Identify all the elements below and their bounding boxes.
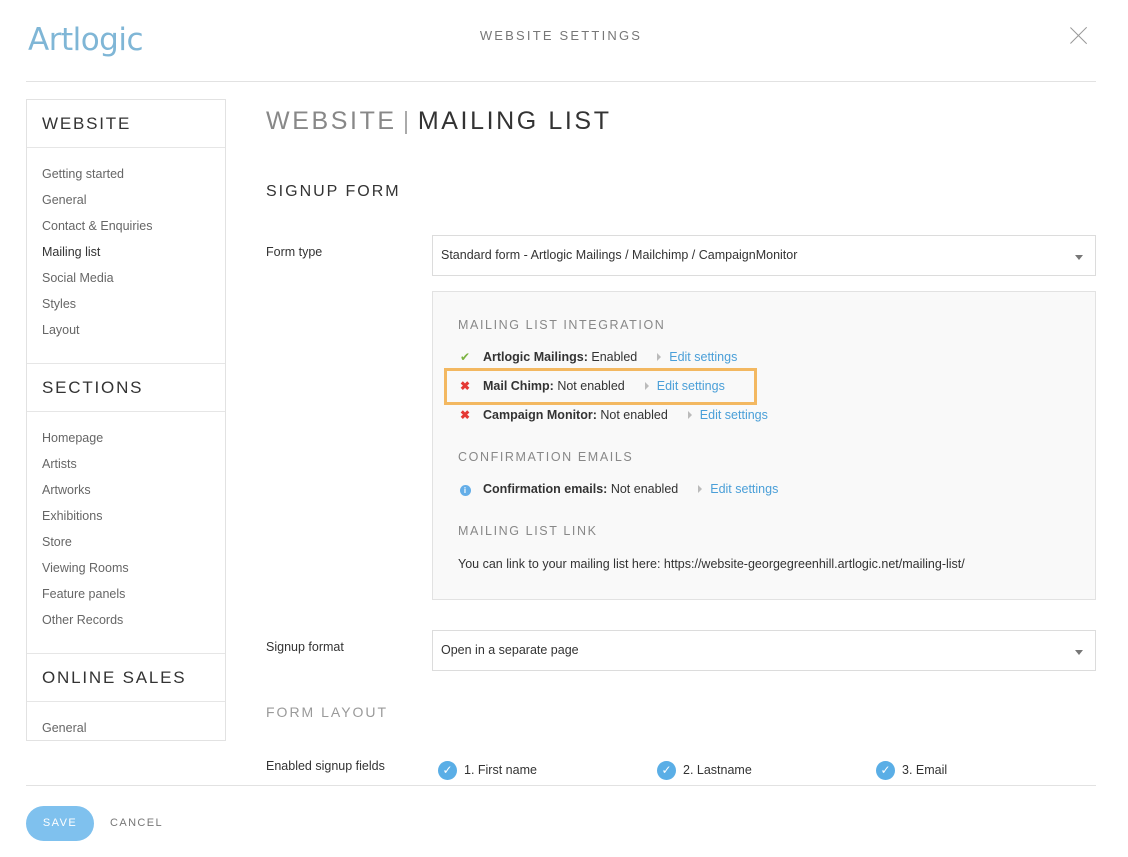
sidebar-item-mailing-list[interactable]: Mailing list [27, 239, 225, 265]
sidebar-item-general[interactable]: General [27, 187, 225, 213]
edit-settings-link-confirmation[interactable]: Edit settings [710, 482, 778, 496]
sidebar-list-online-sales: General [27, 702, 225, 740]
signup-field-label: 3. Email [902, 763, 948, 777]
form-type-value: Standard form - Artlogic Mailings / Mail… [441, 248, 798, 262]
signup-fields-row: ✓ 1. First name ✓ 2. Lastname ✓ 3. Email [438, 760, 1096, 781]
edit-settings-link-mailchimp[interactable]: Edit settings [657, 379, 725, 393]
signup-format-label: Signup format [266, 640, 344, 654]
chevron-down-icon [1075, 255, 1083, 260]
sidebar-item-viewing-rooms[interactable]: Viewing Rooms [27, 555, 225, 581]
sidebar-item-artworks[interactable]: Artworks [27, 477, 225, 503]
sidebar: WEBSITE Getting started General Contact … [26, 99, 226, 741]
edit-settings-link-artlogic[interactable]: Edit settings [669, 350, 737, 364]
signup-field-label: 1. First name [464, 763, 537, 777]
check-icon: ✔ [459, 350, 471, 364]
sidebar-item-artists[interactable]: Artists [27, 451, 225, 477]
integration-status: Not enabled [557, 379, 625, 393]
header: Artlogic WEBSITE SETTINGS [0, 0, 1128, 82]
signup-field-label: 2. Lastname [683, 763, 752, 777]
sidebar-list-sections: Homepage Artists Artworks Exhibitions St… [27, 412, 225, 654]
form-type-select[interactable]: Standard form - Artlogic Mailings / Mail… [432, 235, 1096, 276]
save-button[interactable]: SAVE [26, 806, 94, 841]
sidebar-item-styles[interactable]: Styles [27, 291, 225, 317]
sidebar-item-exhibitions[interactable]: Exhibitions [27, 503, 225, 529]
form-type-label: Form type [266, 245, 323, 259]
close-icon[interactable] [1068, 24, 1090, 46]
sidebar-section-sections: SECTIONS [27, 364, 225, 412]
integration-row-mailchimp: ✖ Mail Chimp: Not enabled Edit settings [458, 379, 725, 397]
sidebar-item-layout[interactable]: Layout [27, 317, 225, 343]
mailing-list-link-text: You can link to your mailing list here: … [458, 557, 965, 571]
signup-field-lastname[interactable]: ✓ 2. Lastname [657, 760, 752, 781]
confirmation-heading: CONFIRMATION EMAILS [458, 450, 634, 464]
enabled-signup-fields-label: Enabled signup fields [266, 759, 385, 773]
signup-field-first-name[interactable]: ✓ 1. First name [438, 760, 537, 781]
caret-right-icon [657, 353, 662, 362]
sidebar-item-store[interactable]: Store [27, 529, 225, 555]
section-heading-form-layout: FORM LAYOUT [266, 704, 389, 720]
caret-right-icon [698, 485, 703, 494]
check-icon: ✓ [657, 761, 676, 781]
sidebar-section-online-sales: ONLINE SALES [27, 654, 225, 702]
signup-field-email[interactable]: ✓ 3. Email [876, 760, 948, 781]
integration-name: Campaign Monitor: [483, 408, 597, 422]
confirmation-row: i Confirmation emails: Not enabled Edit se… [458, 482, 778, 500]
integration-name: Artlogic Mailings: [483, 350, 588, 364]
check-icon: ✓ [876, 761, 895, 781]
signup-format-select[interactable]: Open in a separate page [432, 630, 1096, 671]
breadcrumb-separator: | [402, 107, 412, 135]
caret-right-icon [687, 411, 692, 420]
integration-status: Not enabled [600, 408, 668, 422]
mailing-list-link-heading: MAILING LIST LINK [458, 524, 598, 538]
breadcrumb-website[interactable]: WEBSITE [266, 107, 397, 135]
sidebar-list-website: Getting started General Contact & Enquir… [27, 148, 225, 364]
sidebar-item-contact-enquiries[interactable]: Contact & Enquiries [27, 213, 225, 239]
integration-row-artlogic: ✔ Artlogic Mailings: Enabled Edit settings [458, 350, 737, 368]
integration-row-campaign-monitor: ✖ Campaign Monitor: Not enabled Edit setti… [458, 408, 768, 426]
check-icon: ✓ [438, 761, 457, 781]
integration-status: Enabled [591, 350, 638, 364]
integration-name: Mail Chimp: [483, 379, 554, 393]
cross-icon: ✖ [459, 379, 471, 393]
sidebar-item-getting-started[interactable]: Getting started [27, 161, 225, 187]
sidebar-item-feature-panels[interactable]: Feature panels [27, 581, 225, 607]
integration-heading: MAILING LIST INTEGRATION [458, 318, 666, 332]
sidebar-item-other-records[interactable]: Other Records [27, 607, 225, 633]
caret-right-icon [644, 382, 649, 391]
confirmation-status: Not enabled [610, 482, 679, 496]
confirmation-name: Confirmation emails: [483, 482, 608, 496]
edit-settings-link-campaign-monitor[interactable]: Edit settings [700, 408, 768, 422]
sidebar-item-online-sales-general[interactable]: General [27, 715, 225, 740]
sidebar-item-social-media[interactable]: Social Media [27, 265, 225, 291]
signup-format-value: Open in a separate page [441, 643, 579, 657]
chevron-down-icon [1075, 650, 1083, 655]
cross-icon: ✖ [459, 408, 471, 422]
footer-divider [26, 785, 1096, 786]
info-icon: i [458, 482, 472, 496]
section-heading-signup-form: SIGNUP FORM [266, 183, 401, 200]
page-title: WEBSITE | MAILING LIST [266, 107, 612, 136]
sidebar-item-homepage[interactable]: Homepage [27, 425, 225, 451]
sidebar-section-website: WEBSITE [27, 100, 225, 148]
window-title: WEBSITE SETTINGS [479, 28, 643, 43]
page-title-text: MAILING LIST [417, 107, 612, 135]
integration-panel: MAILING LIST INTEGRATION ✔ Artlogic Maili… [432, 291, 1096, 600]
header-divider [26, 81, 1096, 82]
cancel-button[interactable]: CANCEL [110, 817, 163, 829]
